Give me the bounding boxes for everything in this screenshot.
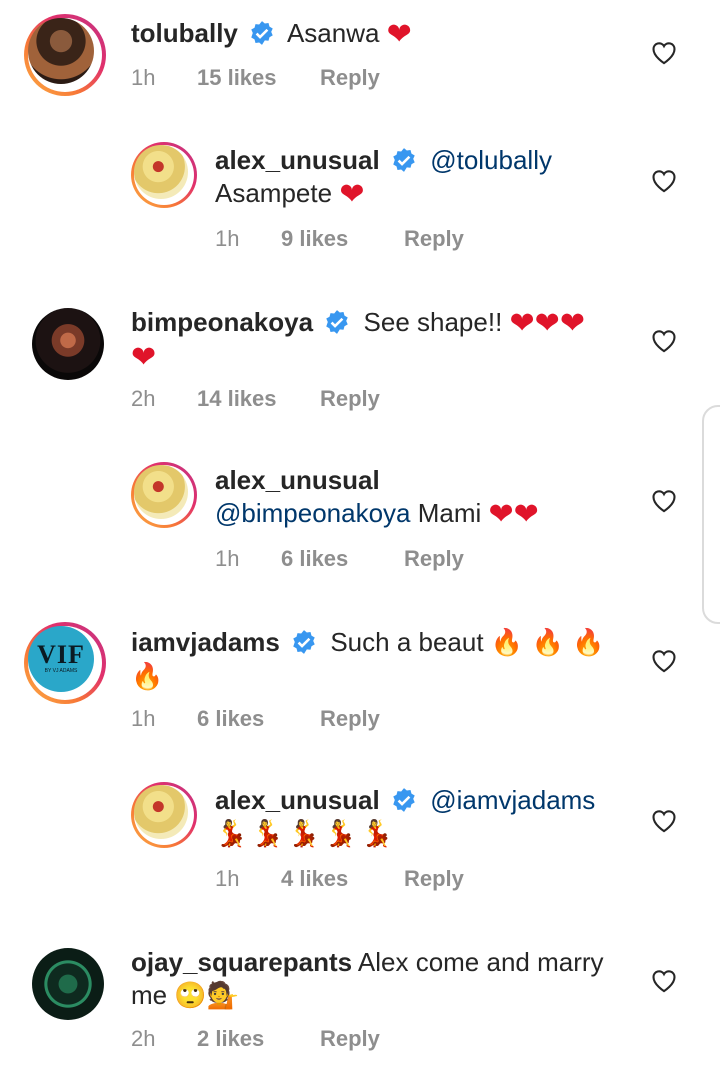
- comment-text: Alex come and marry: [357, 947, 604, 977]
- reply-button[interactable]: Reply: [404, 866, 464, 892]
- comment-text: Asampete: [215, 178, 333, 208]
- verified-badge-icon: [393, 148, 415, 172]
- heart-outline-icon[interactable]: [650, 807, 678, 833]
- heart-outline-icon[interactable]: [650, 967, 678, 993]
- comment-text: Such a beaut: [330, 627, 484, 657]
- comment-text: Mami: [417, 498, 482, 528]
- avatar[interactable]: [28, 304, 110, 386]
- reply-button[interactable]: Reply: [320, 706, 380, 732]
- avatar[interactable]: [24, 14, 106, 96]
- avatar[interactable]: [131, 782, 197, 848]
- verified-badge-icon: [393, 788, 415, 812]
- comment-time: 1h: [131, 706, 156, 731]
- comment-likes[interactable]: 6 likes: [197, 706, 320, 732]
- comment-likes[interactable]: 14 likes: [197, 386, 320, 412]
- comment-time: 1h: [215, 546, 240, 571]
- avatar[interactable]: VIF BY VJ ADAMS: [24, 622, 106, 704]
- reply-button[interactable]: Reply: [404, 226, 464, 252]
- comment-likes[interactable]: 9 likes: [281, 226, 404, 252]
- avatar[interactable]: [131, 142, 197, 208]
- side-panel-handle[interactable]: [702, 405, 720, 624]
- comment-time: 1h: [215, 866, 240, 891]
- heart-outline-icon[interactable]: [650, 327, 678, 353]
- comment-text: Asanwa: [286, 18, 380, 48]
- reply-button[interactable]: Reply: [320, 1026, 380, 1052]
- comment-username[interactable]: bimpeonakoya: [131, 307, 313, 337]
- reply-button[interactable]: Reply: [320, 65, 380, 91]
- comment-username[interactable]: alex_unusual: [215, 145, 380, 175]
- comment-username[interactable]: tolubally: [131, 18, 238, 48]
- fire-emoji: 🔥 🔥 🔥: [490, 628, 605, 658]
- reply-button[interactable]: Reply: [404, 546, 464, 572]
- dancer-emoji: 💃💃💃💃💃: [215, 819, 397, 849]
- heart-emoji: ❤: [386, 18, 412, 51]
- comment-likes[interactable]: 6 likes: [281, 546, 404, 572]
- heart-outline-icon[interactable]: [650, 647, 678, 673]
- verified-badge-icon: [251, 21, 273, 45]
- comment-likes[interactable]: 15 likes: [197, 65, 320, 91]
- comment-text: See shape!!: [363, 307, 503, 337]
- heart-emoji: ❤❤❤: [509, 307, 585, 340]
- fire-emoji: 🔥: [131, 662, 164, 692]
- comment-username[interactable]: ojay_squarepants: [131, 947, 352, 977]
- comment-text-cont: me: [131, 980, 168, 1010]
- comment-time: 1h: [131, 65, 156, 90]
- verified-badge-icon: [293, 630, 315, 654]
- heart-outline-icon[interactable]: [650, 167, 678, 193]
- comment-time: 2h: [131, 386, 156, 411]
- heart-outline-icon[interactable]: [650, 487, 678, 513]
- comment-username[interactable]: alex_unusual: [215, 785, 380, 815]
- comment-time: 2h: [131, 1026, 156, 1051]
- heart-emoji: ❤❤: [488, 498, 539, 531]
- mention-link[interactable]: @iamvjadams: [430, 785, 595, 815]
- comment-time: 1h: [215, 226, 240, 251]
- comment-username[interactable]: alex_unusual: [215, 465, 380, 495]
- comment-likes[interactable]: 2 likes: [197, 1026, 320, 1052]
- avatar[interactable]: [131, 462, 197, 528]
- heart-emoji: ❤: [131, 341, 157, 374]
- comment-username[interactable]: iamvjadams: [131, 627, 280, 657]
- mention-link[interactable]: @bimpeonakoya: [215, 498, 411, 528]
- emoji: 🙄💁: [174, 981, 240, 1011]
- heart-outline-icon[interactable]: [650, 39, 678, 65]
- verified-badge-icon: [326, 310, 349, 334]
- mention-link[interactable]: @tolubally: [430, 145, 552, 175]
- avatar[interactable]: [28, 944, 110, 1026]
- reply-button[interactable]: Reply: [320, 386, 380, 412]
- comment-likes[interactable]: 4 likes: [281, 866, 404, 892]
- heart-emoji: ❤: [339, 178, 365, 211]
- avatar-logo: VIF: [37, 640, 85, 669]
